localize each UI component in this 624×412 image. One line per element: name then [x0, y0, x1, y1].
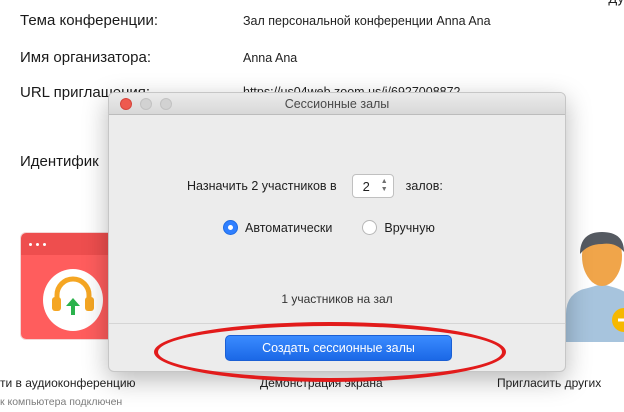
breakout-rooms-dialog: Сессионные залы Назначить 2 участников в… [108, 92, 566, 372]
divider [109, 323, 565, 324]
host-label: Имя организатора: [20, 49, 152, 66]
manual-radio[interactable] [362, 220, 378, 235]
dialog-title: Сессионные залы [284, 97, 390, 111]
auto-radio-label[interactable]: Автоматически [245, 221, 332, 235]
assign-suffix: залов: [405, 179, 443, 193]
invite-tile[interactable] [566, 232, 624, 342]
room-count-value[interactable]: 2 [363, 179, 370, 194]
invite-label[interactable]: Пригласить других [497, 376, 601, 390]
assign-row: Назначить 2 участников в 2 ▲ ▼ залов: [187, 174, 443, 198]
id-label: Идентифик [20, 153, 99, 170]
auto-radio[interactable] [223, 220, 238, 235]
host-value: Anna Ana [243, 51, 298, 65]
audio-status-text: к компьютера подключен [0, 396, 123, 408]
join-audio-label[interactable]: ти в аудиоконференцию [0, 376, 136, 390]
upload-arrow-icon [66, 298, 80, 315]
topic-value: Зал персональной конференции Anna Ana [243, 14, 491, 28]
manual-radio-label[interactable]: Вручную [384, 221, 434, 235]
dialog-titlebar[interactable]: Сессионные залы [109, 93, 565, 115]
assign-mode-options: Автоматически Вручную [223, 220, 435, 235]
per-room-text: 1 участников на зал [281, 292, 393, 306]
create-rooms-button[interactable]: Создать сессионные залы [225, 335, 452, 361]
share-screen-label[interactable]: Демонстрация экрана [260, 376, 383, 390]
cutoff-text: Ду [608, 0, 624, 6]
room-count-stepper[interactable]: 2 ▲ ▼ [351, 174, 394, 198]
assign-prefix: Назначить 2 участников в [187, 179, 337, 193]
headphones-icon [52, 276, 94, 315]
topic-label: Тема конференции: [20, 12, 159, 29]
stepper-arrows-icon[interactable]: ▲ ▼ [381, 178, 388, 194]
